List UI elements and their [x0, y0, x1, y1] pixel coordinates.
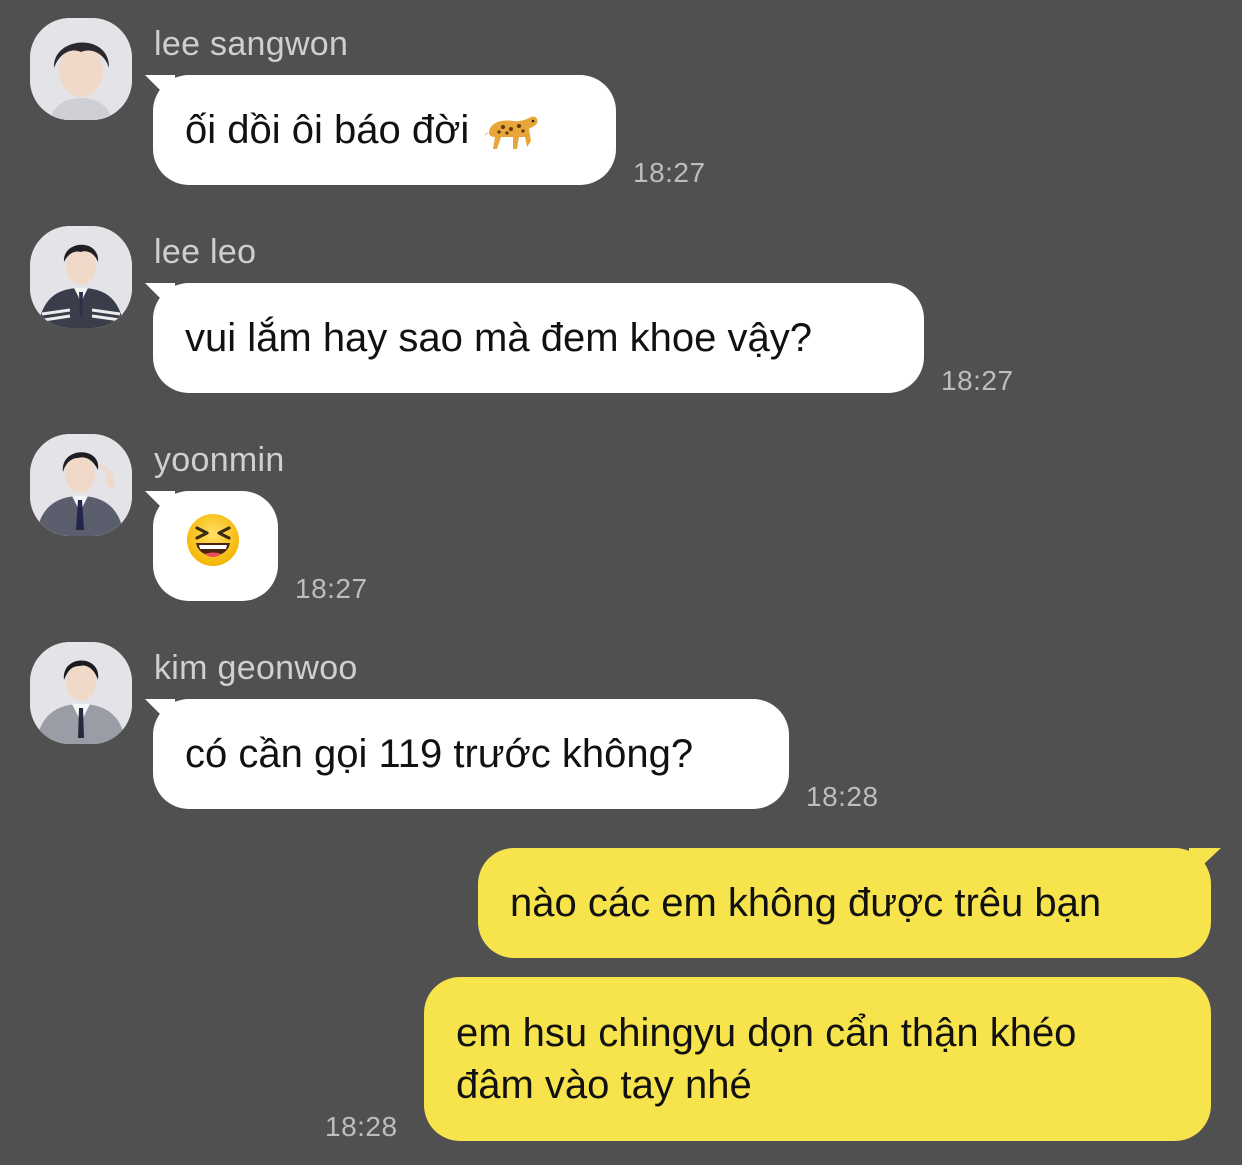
outgoing-message-bubble[interactable]: em hsu chingyu dọn cẩn thận khéo đâm vào… — [424, 977, 1211, 1141]
avatar-photo-icon — [30, 434, 132, 536]
message-line: đâm vào tay nhé — [456, 1063, 752, 1107]
message-timestamp: 18:27 — [941, 365, 1014, 396]
avatar-photo-icon — [30, 226, 132, 328]
sender-name: lee leo — [154, 233, 257, 271]
chat-thread[interactable]: lee sangwon ối dồi ôi báo đời 18:27 lee … — [0, 0, 1242, 1165]
outgoing-message-bubble[interactable]: nào các em không được trêu bạn — [478, 848, 1211, 958]
message-text: có cần gọi 119 trước không? — [185, 732, 694, 776]
message-timestamp: 18:27 — [633, 157, 706, 188]
message-text: vui lắm hay sao mà đem khoe vậy? — [185, 316, 812, 360]
message-text: ối dồi ôi báo đời — [185, 108, 470, 152]
message-line: em hsu chingyu dọn cẩn thận khéo — [456, 1011, 1077, 1055]
message-bubble[interactable]: ối dồi ôi báo đời — [153, 75, 616, 185]
avatar-photo-icon — [30, 18, 132, 120]
sender-name: yoonmin — [154, 441, 285, 479]
avatar[interactable] — [30, 226, 132, 328]
message-bubble[interactable]: có cần gọi 119 trước không? — [153, 699, 789, 809]
message-bubble[interactable] — [153, 491, 278, 601]
avatar[interactable] — [30, 642, 132, 744]
avatar[interactable] — [30, 434, 132, 536]
avatar-photo-icon — [30, 642, 132, 744]
avatar[interactable] — [30, 18, 132, 120]
message-timestamp: 18:27 — [295, 573, 368, 604]
leopard-emoji-icon — [483, 104, 541, 156]
message-timestamp: 18:28 — [325, 1111, 398, 1142]
message-bubble[interactable]: vui lắm hay sao mà đem khoe vậy? — [153, 283, 924, 393]
laughing-squint-emoji-icon — [185, 512, 241, 581]
sender-name: kim geonwoo — [154, 649, 358, 687]
sender-name: lee sangwon — [154, 25, 349, 63]
message-timestamp: 18:28 — [806, 781, 879, 812]
message-text: em hsu chingyu dọn cẩn thận khéo đâm vào… — [456, 1007, 1076, 1111]
message-text: nào các em không được trêu bạn — [510, 881, 1102, 925]
